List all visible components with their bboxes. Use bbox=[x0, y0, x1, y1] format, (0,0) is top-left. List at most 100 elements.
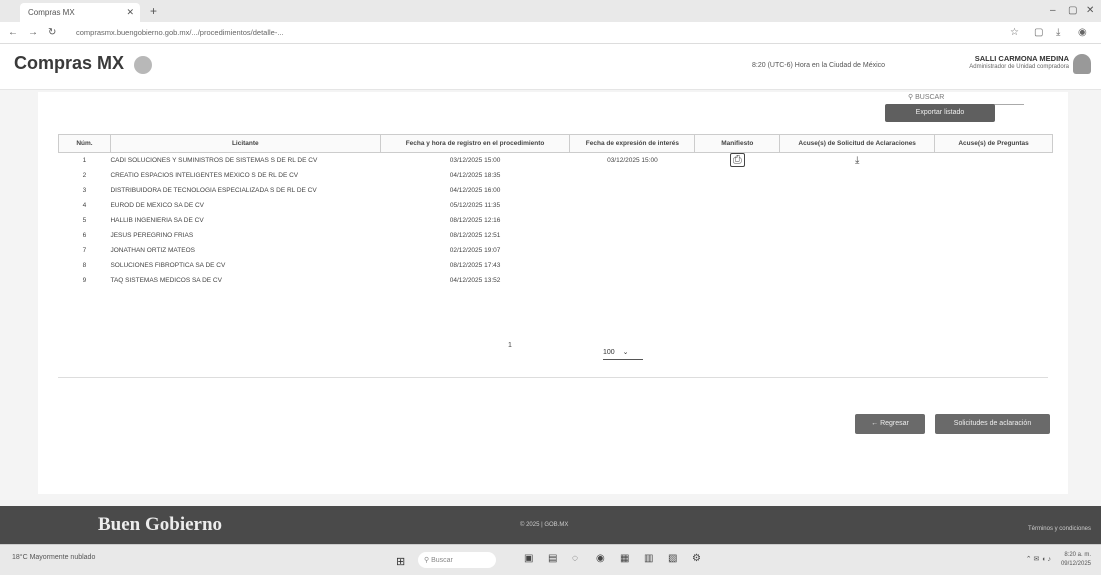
profile-icon[interactable]: ◉ bbox=[1078, 27, 1087, 38]
extensions-icon[interactable]: ▢ bbox=[1034, 27, 1043, 38]
download-icon[interactable]: ⤓ bbox=[855, 155, 859, 166]
row-num: 8 bbox=[82, 261, 87, 269]
timezone-label: 8:20 (UTC-6) Hora en la Ciudad de México bbox=[752, 62, 886, 69]
chat-icon[interactable]: ◌ bbox=[572, 553, 578, 564]
browser-tab[interactable]: Compras MX ✕ bbox=[20, 3, 140, 22]
clock-date: 09/12/2025 bbox=[1060, 561, 1091, 567]
download-icon[interactable]: ⤓ bbox=[1056, 27, 1060, 38]
row-interes bbox=[570, 183, 695, 198]
chevron-down-icon: ⌄ bbox=[622, 349, 629, 356]
forward-arrow-icon[interactable]: → bbox=[28, 27, 38, 38]
avatar[interactable] bbox=[1073, 54, 1091, 74]
col-header-preguntas: Acuse(s) de Preguntas bbox=[934, 134, 1053, 153]
col-header-aclaraciones: Acuse(s) de Solicitud de Aclaraciones bbox=[779, 134, 936, 153]
row-licitante: TAQ SISTEMAS MEDICOS SA DE CV bbox=[110, 276, 222, 284]
reload-icon[interactable]: ↻ bbox=[48, 27, 56, 38]
solicitudes-button[interactable]: Solicitudes de aclaración bbox=[935, 414, 1050, 434]
row-registro: 04/12/2025 16:00 bbox=[449, 186, 501, 194]
clock-time: 8:20 a. m. bbox=[1064, 552, 1091, 558]
col-header-interes: Fecha de expresión de interés bbox=[569, 134, 696, 153]
row-licitante: JONATHAN ORTIZ MATEOS bbox=[110, 246, 195, 254]
table-row: 4 EUROD DE MEXICO SA DE CV 05/12/2025 11… bbox=[59, 198, 1053, 213]
col-header-num: Núm. bbox=[58, 134, 111, 153]
url-field[interactable]: comprasmx.buengobierno.gob.mx/.../proced… bbox=[76, 28, 284, 37]
row-licitante: CADI SOLUCIONES Y SUMINISTROS DE SISTEMA… bbox=[110, 156, 318, 164]
store-icon[interactable]: ▧ bbox=[668, 553, 677, 564]
row-interes bbox=[570, 168, 695, 183]
address-bar: ← → ↻ comprasmx.buengobierno.gob.mx/.../… bbox=[0, 22, 1101, 44]
weather-widget[interactable]: 18°C Mayormente nublado bbox=[12, 554, 95, 561]
table-row: 6 JESUS PEREGRINO FRIAS 08/12/2025 12:51 bbox=[59, 228, 1053, 243]
row-interes: 03/12/2025 15:00 bbox=[607, 156, 658, 164]
row-registro: 08/12/2025 12:51 bbox=[449, 231, 501, 239]
compras-mx-logo[interactable]: Compras MX bbox=[14, 53, 124, 74]
row-registro: 04/12/2025 13:52 bbox=[449, 276, 501, 284]
back-button[interactable]: ← Regresar bbox=[855, 414, 925, 434]
close-tab-icon[interactable]: ✕ bbox=[126, 7, 134, 18]
maximize-icon[interactable]: ▢ bbox=[1068, 5, 1077, 16]
row-num: 4 bbox=[82, 201, 87, 209]
row-registro: 02/12/2025 19:07 bbox=[449, 246, 501, 254]
table-row: 7 JONATHAN ORTIZ MATEOS 02/12/2025 19:07 bbox=[59, 243, 1053, 258]
row-num: 7 bbox=[82, 246, 87, 254]
row-licitante: CREATIO ESPACIOS INTELIGENTES MEXICO S D… bbox=[110, 171, 299, 179]
row-interes bbox=[570, 243, 695, 258]
system-tray[interactable]: ⌃ ✉ ◖ ♪ bbox=[1026, 555, 1051, 563]
table-row: 3 DISTRIBUIDORA DE TECNOLOGIA ESPECIALIZ… bbox=[59, 183, 1053, 198]
new-tab-icon[interactable]: + bbox=[150, 4, 157, 18]
row-registro: 08/12/2025 17:43 bbox=[449, 261, 501, 269]
row-num: 1 bbox=[82, 156, 87, 164]
terms-link[interactable]: Términos y condiciones bbox=[1028, 526, 1091, 532]
row-registro: 04/12/2025 18:35 bbox=[449, 171, 501, 179]
clock[interactable]: 8:20 a. m. 09/12/2025 bbox=[1061, 551, 1091, 569]
star-icon[interactable]: ☆ bbox=[1010, 27, 1019, 38]
bidders-table: Núm. Licitante Fecha y hora de registro … bbox=[58, 134, 1053, 288]
row-registro: 03/12/2025 15:00 bbox=[449, 156, 501, 164]
explorer-icon[interactable]: ▦ bbox=[620, 553, 629, 564]
task-view-icon[interactable]: ▣ bbox=[524, 553, 533, 564]
page-size-value: 100 bbox=[603, 349, 615, 356]
col-header-registro: Fecha y hora de registro en el procedimi… bbox=[379, 134, 571, 153]
footer: Buen Gobierno © 2025 | GOB.MX Términos y… bbox=[0, 506, 1101, 544]
files-icon[interactable]: ▥ bbox=[644, 553, 653, 564]
table-row: 8 SOLUCIONES FIBROPTICA SA DE CV 08/12/2… bbox=[59, 258, 1053, 273]
minimize-icon[interactable]: – bbox=[1050, 5, 1056, 16]
footer-title: Buen Gobierno bbox=[98, 514, 223, 535]
taskbar-search-placeholder: Buscar bbox=[431, 557, 453, 564]
row-num: 9 bbox=[82, 276, 87, 284]
settings-icon[interactable]: ⚙ bbox=[692, 553, 701, 564]
row-num: 2 bbox=[82, 171, 87, 179]
row-aclaraciones: ⤓ bbox=[780, 153, 935, 168]
row-interes bbox=[570, 213, 695, 228]
col-header-licitante: Licitante bbox=[109, 134, 381, 153]
row-licitante: JESUS PEREGRINO FRIAS bbox=[110, 231, 194, 239]
page-number[interactable]: 1 bbox=[508, 342, 512, 349]
page-size-select[interactable]: 100 ⌄ bbox=[603, 348, 643, 360]
row-registro: 05/12/2025 11:35 bbox=[449, 201, 501, 209]
row-licitante: SOLUCIONES FIBROPTICA SA DE CV bbox=[110, 261, 226, 269]
row-licitante: HALLIB INGENIERIA SA DE CV bbox=[110, 216, 204, 224]
browser-tabbar: Compras MX ✕ + – ▢ ✕ bbox=[0, 0, 1101, 22]
user-role: Administrador de Unidad compradora bbox=[969, 64, 1069, 70]
back-arrow-icon[interactable]: ← bbox=[8, 27, 18, 38]
windows-start-icon[interactable]: ⊞ bbox=[396, 555, 405, 568]
row-interes bbox=[570, 273, 695, 288]
footer-copyright: © 2025 | GOB.MX bbox=[520, 522, 569, 528]
taskbar: 18°C Mayormente nublado ⊞ ⚲ Buscar ▣ ▤ ◌… bbox=[0, 544, 1101, 575]
browser-app-icon[interactable]: ◉ bbox=[596, 553, 605, 564]
row-num: 6 bbox=[82, 231, 87, 239]
window-close-icon[interactable]: ✕ bbox=[1086, 5, 1094, 16]
row-licitante: DISTRIBUIDORA DE TECNOLOGIA ESPECIALIZAD… bbox=[110, 186, 317, 194]
taskbar-search-input[interactable]: ⚲ Buscar bbox=[418, 552, 496, 568]
divider bbox=[58, 377, 1048, 378]
search-icon: ⚲ bbox=[424, 557, 430, 564]
table-row: 2 CREATIO ESPACIOS INTELIGENTES MEXICO S… bbox=[59, 168, 1053, 183]
app-header: Compras MX 8:20 (UTC-6) Hora en la Ciuda… bbox=[0, 44, 1101, 90]
table-row: 9 TAQ SISTEMAS MEDICOS SA DE CV 04/12/20… bbox=[59, 273, 1053, 288]
widgets-icon[interactable]: ▤ bbox=[548, 553, 557, 564]
row-interes bbox=[570, 198, 695, 213]
pdf-icon[interactable]: ⎙ bbox=[729, 152, 745, 167]
row-num: 5 bbox=[82, 216, 87, 224]
export-list-button[interactable]: Exportar listado bbox=[885, 104, 995, 122]
tab-title: Compras MX bbox=[28, 8, 75, 17]
